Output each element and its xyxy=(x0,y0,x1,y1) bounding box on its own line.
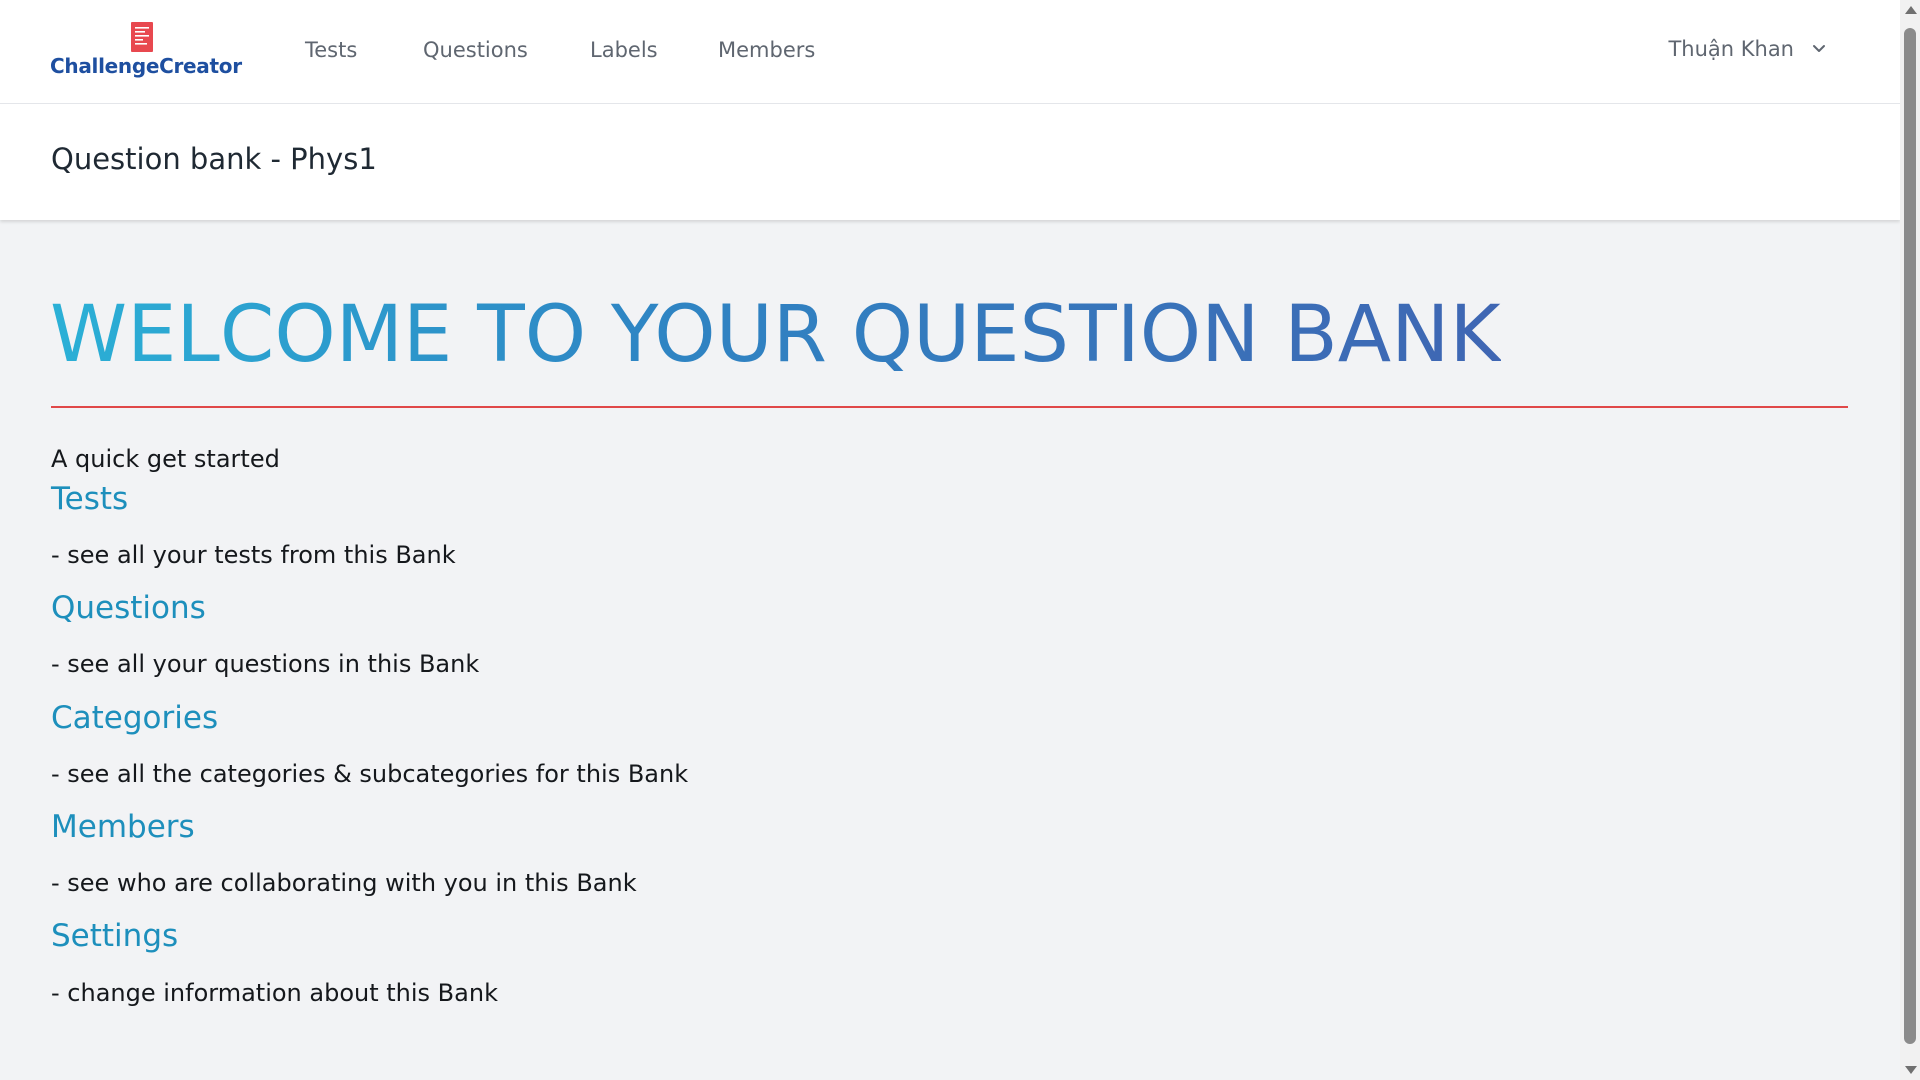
scroll-down-arrow-icon[interactable] xyxy=(1905,1066,1917,1074)
user-name: Thuận Khan xyxy=(1668,37,1794,61)
divider xyxy=(51,406,1848,408)
chevron-down-icon xyxy=(1813,45,1825,52)
section-desc-settings: - change information about this Bank xyxy=(51,979,498,1007)
logo-text: ChallengeCreator xyxy=(50,54,242,78)
nav-item-members[interactable]: Members xyxy=(718,38,815,62)
welcome-heading: WELCOME TO YOUR QUESTION BANK xyxy=(50,290,1501,380)
section-desc-questions: - see all your questions in this Bank xyxy=(51,650,480,678)
scroll-up-arrow-icon[interactable] xyxy=(1905,6,1917,14)
section-title-categories[interactable]: Categories xyxy=(51,700,218,736)
section-desc-categories: - see all the categories & subcategories… xyxy=(51,760,689,788)
section-title-members[interactable]: Members xyxy=(51,809,195,845)
user-menu[interactable]: Thuận Khan xyxy=(1668,37,1830,61)
section-desc-members: - see who are collaborating with you in … xyxy=(51,869,637,897)
top-navbar: ChallengeCreator Tests Questions Labels … xyxy=(0,0,1900,104)
nav-item-labels[interactable]: Labels xyxy=(590,38,658,62)
page-header: Question bank - Phys1 xyxy=(0,104,1900,220)
section-desc-tests: - see all your tests from this Bank xyxy=(51,541,456,569)
section-title-tests[interactable]: Tests xyxy=(51,481,128,517)
nav-item-tests[interactable]: Tests xyxy=(305,38,357,62)
vertical-scrollbar[interactable] xyxy=(1900,0,1920,1080)
page: ChallengeCreator Tests Questions Labels … xyxy=(0,0,1900,1080)
app-logo[interactable]: ChallengeCreator xyxy=(50,20,242,82)
logo-document-icon xyxy=(131,22,153,52)
intro-text: A quick get started xyxy=(51,445,280,473)
page-title: Question bank - Phys1 xyxy=(51,142,377,176)
section-title-settings[interactable]: Settings xyxy=(51,918,178,954)
scrollbar-thumb[interactable] xyxy=(1904,28,1916,1044)
section-title-questions[interactable]: Questions xyxy=(51,590,206,626)
nav-item-questions[interactable]: Questions xyxy=(423,38,528,62)
